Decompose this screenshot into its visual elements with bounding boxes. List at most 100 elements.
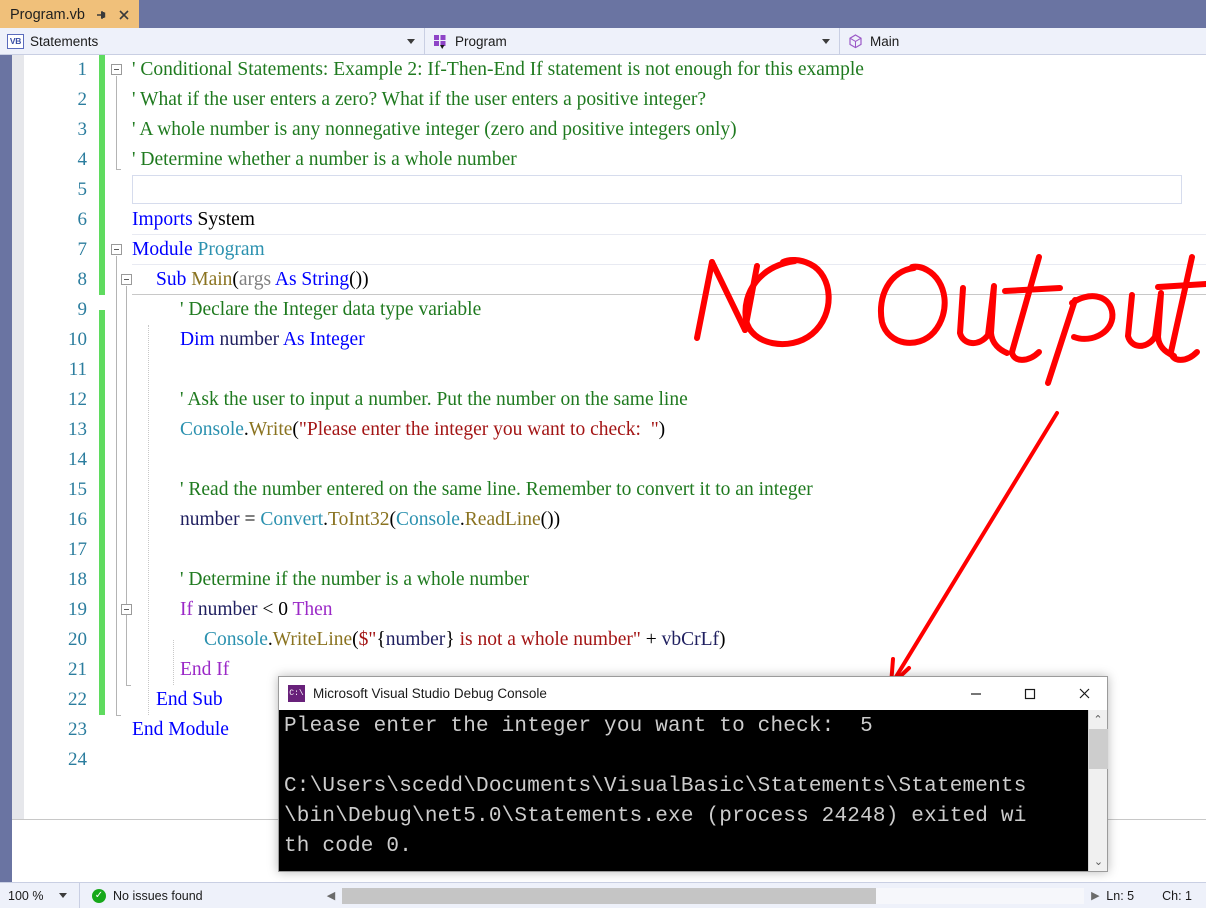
code-line[interactable] bbox=[132, 175, 1206, 205]
code-token: If bbox=[180, 599, 198, 620]
tab-program-vb[interactable]: Program.vb bbox=[0, 0, 139, 28]
fold-line-8 bbox=[126, 286, 127, 685]
code-line[interactable]: If number < 0 Then bbox=[132, 595, 1206, 625]
code-token: "Please enter the integer you want to ch… bbox=[298, 419, 659, 440]
scroll-right-arrow-icon[interactable]: ▶ bbox=[1084, 889, 1106, 902]
code-token: number bbox=[385, 629, 446, 650]
line-number: 11 bbox=[68, 359, 87, 380]
chevron-down-icon[interactable] bbox=[407, 38, 415, 44]
code-line[interactable]: ' What if the user enters a zero? What i… bbox=[132, 85, 1206, 115]
chevron-down-icon[interactable] bbox=[822, 38, 830, 44]
code-token: Convert bbox=[260, 509, 324, 530]
code-token: ' Determine whether a number is a whole … bbox=[132, 149, 517, 170]
code-token: ' A whole number is any nonnegative inte… bbox=[132, 119, 737, 140]
scrollbar-thumb[interactable] bbox=[342, 887, 877, 904]
editor-left-chrome bbox=[0, 55, 12, 882]
console-vertical-scrollbar[interactable]: ⌃ ⌄ bbox=[1088, 710, 1108, 871]
line-number: 24 bbox=[68, 749, 87, 770]
code-token: Sub bbox=[156, 269, 192, 290]
code-line[interactable]: Imports System bbox=[132, 205, 1206, 235]
console-output-area[interactable]: Please enter the integer you want to che… bbox=[279, 710, 1107, 871]
code-line[interactable]: ' Conditional Statements: Example 2: If-… bbox=[132, 55, 1206, 85]
code-line[interactable]: Console.Write("Please enter the integer … bbox=[132, 415, 1206, 445]
close-icon[interactable] bbox=[117, 8, 131, 22]
code-line[interactable]: Console.WriteLine($"{number} is not a wh… bbox=[132, 625, 1206, 655]
code-token: Console bbox=[204, 629, 268, 650]
maximize-button[interactable] bbox=[1007, 677, 1053, 710]
code-line[interactable]: Module Program bbox=[132, 235, 1206, 265]
code-line[interactable] bbox=[132, 355, 1206, 385]
navbar-type-dropdown[interactable]: Program bbox=[425, 28, 840, 54]
code-line[interactable]: ' Determine if the number is a whole num… bbox=[132, 565, 1206, 595]
code-token: As Integer bbox=[282, 329, 365, 350]
fold-toggle-line-19[interactable] bbox=[121, 604, 132, 615]
code-token: $" bbox=[358, 629, 377, 650]
pin-icon[interactable] bbox=[94, 8, 108, 22]
code-line[interactable]: Dim number As Integer bbox=[132, 325, 1206, 355]
code-token: { bbox=[376, 629, 386, 650]
code-line[interactable]: ' Determine whether a number is a whole … bbox=[132, 145, 1206, 175]
code-token: ()) bbox=[349, 269, 369, 290]
navigation-bar: VB Statements Program Main bbox=[0, 28, 1206, 55]
code-line[interactable]: number = Convert.ToInt32(Console.ReadLin… bbox=[132, 505, 1206, 535]
editor-tab-strip: Program.vb bbox=[0, 0, 1206, 28]
status-bar: 100 % ✓ No issues found ◀ ▶ Ln: 5 Ch: 1 bbox=[0, 882, 1206, 908]
code-line[interactable]: Sub Main(args As String()) bbox=[132, 265, 1206, 295]
code-line[interactable] bbox=[132, 445, 1206, 475]
scrollbar-track[interactable] bbox=[342, 887, 1085, 904]
fold-margin[interactable] bbox=[110, 55, 132, 820]
fold-end-7 bbox=[116, 715, 121, 716]
scroll-left-arrow-icon[interactable]: ◀ bbox=[320, 889, 342, 902]
navbar-project-label: Statements bbox=[30, 33, 99, 49]
zoom-level-label: 100 % bbox=[8, 888, 44, 903]
line-indicator: Ln: 5 bbox=[1106, 888, 1135, 903]
code-token: Write bbox=[248, 419, 293, 440]
line-number: 20 bbox=[68, 629, 87, 650]
fold-toggle-line-8[interactable] bbox=[121, 274, 132, 285]
debug-console-window[interactable]: C:\ Microsoft Visual Studio Debug Consol… bbox=[278, 676, 1108, 872]
console-app-icon: C:\ bbox=[288, 685, 305, 702]
line-number: 23 bbox=[68, 719, 87, 740]
line-number-gutter: 1 2 3 4 5 6 7 8 9 10 11 12 13 14 15 16 17 18 19 20 21 22 23 24 bbox=[24, 55, 96, 882]
code-token: args bbox=[238, 269, 272, 290]
code-line[interactable]: ' Declare the Integer data type variable bbox=[132, 295, 1206, 325]
console-output-text: Please enter the integer you want to che… bbox=[284, 715, 1027, 858]
method-icon bbox=[847, 33, 864, 50]
code-token: ' What if the user enters a zero? What i… bbox=[132, 89, 707, 110]
code-token: WriteLine bbox=[272, 629, 353, 650]
chevron-down-icon[interactable] bbox=[59, 893, 68, 898]
caret-position: Ln: 5 Ch: 1 bbox=[1106, 889, 1206, 903]
fold-toggle-line-1[interactable] bbox=[111, 64, 122, 75]
navbar-member-dropdown[interactable]: Main bbox=[840, 28, 1206, 54]
horizontal-scrollbar[interactable]: ◀ ▶ bbox=[320, 887, 1106, 905]
code-token: ()) bbox=[540, 509, 561, 530]
change-bar-top bbox=[99, 55, 105, 295]
line-number: 2 bbox=[77, 89, 88, 110]
code-token: Then bbox=[292, 599, 333, 620]
code-token: vbCrLf bbox=[661, 629, 719, 650]
module-icon bbox=[432, 33, 449, 50]
issues-status[interactable]: ✓ No issues found bbox=[80, 888, 320, 903]
code-token: Program bbox=[197, 239, 265, 260]
scroll-down-arrow-icon[interactable]: ⌄ bbox=[1089, 852, 1108, 871]
line-number: 3 bbox=[77, 119, 88, 140]
editor-selection-margin[interactable] bbox=[12, 55, 24, 820]
line-number: 18 bbox=[68, 569, 87, 590]
fold-toggle-line-7[interactable] bbox=[111, 244, 122, 255]
line-number: 1 bbox=[77, 59, 88, 80]
code-line[interactable]: ' Read the number entered on the same li… bbox=[132, 475, 1206, 505]
code-line[interactable]: ' Ask the user to input a number. Put th… bbox=[132, 385, 1206, 415]
line-number: 14 bbox=[68, 449, 87, 470]
code-line[interactable]: ' A whole number is any nonnegative inte… bbox=[132, 115, 1206, 145]
scrollbar-thumb[interactable] bbox=[1089, 729, 1108, 769]
console-title-bar[interactable]: C:\ Microsoft Visual Studio Debug Consol… bbox=[279, 677, 1107, 710]
scroll-up-arrow-icon[interactable]: ⌃ bbox=[1089, 710, 1107, 729]
fold-end-1 bbox=[116, 169, 121, 170]
navbar-project-dropdown[interactable]: VB Statements bbox=[0, 28, 425, 54]
close-button[interactable] bbox=[1061, 677, 1107, 710]
code-line[interactable] bbox=[132, 535, 1206, 565]
code-token: End Module bbox=[132, 719, 229, 740]
zoom-level-dropdown[interactable]: 100 % bbox=[0, 882, 80, 908]
minimize-button[interactable] bbox=[953, 677, 999, 710]
code-token: ReadLine bbox=[464, 509, 541, 530]
